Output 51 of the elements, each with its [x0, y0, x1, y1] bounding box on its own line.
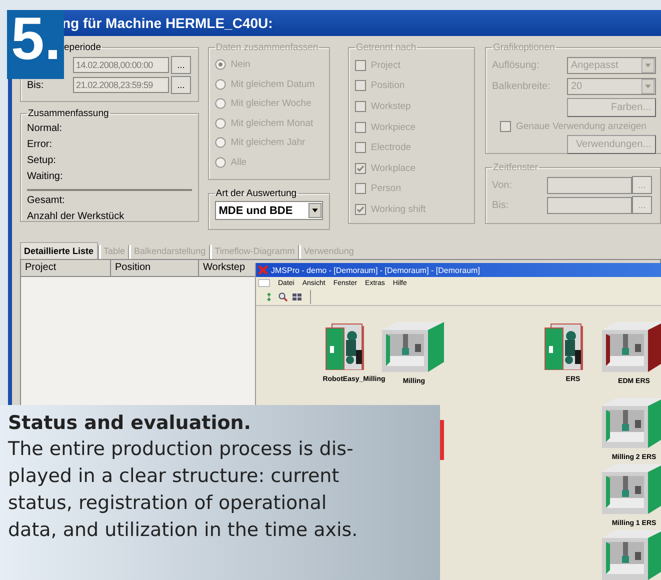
- group-title: Grafikoptionen: [492, 42, 556, 53]
- option-label: Project: [370, 60, 400, 71]
- group-title: Daten zusammenfassen: [214, 42, 320, 53]
- tab[interactable]: Detaillierte Liste: [20, 242, 98, 259]
- group-title: Zeitfenster: [492, 162, 539, 173]
- summary-label: Normal:: [27, 122, 64, 136]
- date-field[interactable]: 21.02.2008,23:59:59: [73, 77, 169, 93]
- option-label: Genaue Verwendung anzeigen: [516, 120, 646, 132]
- evaluation-dropdown[interactable]: MDE und BDE: [214, 201, 323, 220]
- option-label: Mit gleicher Woche: [230, 98, 312, 110]
- zoom-icon[interactable]: [278, 292, 288, 302]
- summary-label: Setup:: [27, 154, 57, 168]
- document-icon: [258, 279, 270, 287]
- option-label: Nein: [230, 59, 250, 70]
- app-icon: [258, 265, 268, 275]
- group-title: eperiode: [63, 42, 102, 53]
- group-title: Art der Auswertung: [214, 188, 298, 199]
- column-header[interactable]: Project: [21, 260, 111, 276]
- option-label: Mit gleichem Datum: [230, 78, 315, 90]
- column-header[interactable]: Position: [111, 260, 199, 276]
- summary-label: Anzahl der Werkstück: [27, 210, 126, 224]
- field-label: Bis:: [27, 80, 45, 90]
- column-header[interactable]: Workstep: [199, 260, 251, 276]
- picker-button[interactable]: ...: [171, 76, 191, 94]
- date-field[interactable]: 14.02.2008,00:00:00: [73, 57, 169, 73]
- option-label: Position: [370, 80, 405, 92]
- option-label: Electrode: [370, 142, 412, 154]
- field-label: Balkenbreite:: [492, 81, 552, 92]
- option-label: Person: [370, 183, 401, 194]
- summary-label: Error:: [27, 138, 53, 152]
- option-label: Mit gleichem Monat: [230, 118, 314, 129]
- caption-text: The entire production process is dis- played in a clear structure: current status, registration of operational data, and utilization in the time axis.: [8, 437, 359, 543]
- picker-button[interactable]: ...: [171, 56, 191, 74]
- option-label: Mit gleichem Jahr: [230, 137, 306, 148]
- option-label: Workpiece: [370, 122, 416, 133]
- option-label: Alle: [230, 156, 247, 168]
- field-label: Von:: [492, 180, 514, 190]
- group-title: Zusammenfassung: [27, 108, 110, 119]
- option-label: Workstep: [370, 100, 411, 112]
- summary-label: Gesamt:: [27, 194, 66, 208]
- refresh-icon[interactable]: [264, 292, 274, 302]
- summary-label: Waiting:: [27, 170, 64, 184]
- field-label: Auflösung:: [492, 60, 540, 71]
- step-badge: 5.: [7, 10, 64, 79]
- option-label: Working shift: [370, 204, 426, 215]
- group-title: Getrennt nach: [354, 42, 418, 53]
- window-title: JMSPro - demo - [Demoraum] - [Demoraum] - [Demoraum]: [271, 266, 480, 274]
- grid-icon[interactable]: [292, 292, 302, 302]
- option-label: Workplace: [370, 162, 416, 174]
- field-label: Bis:: [492, 200, 510, 210]
- caption-title: Status and evaluation.: [8, 411, 252, 436]
